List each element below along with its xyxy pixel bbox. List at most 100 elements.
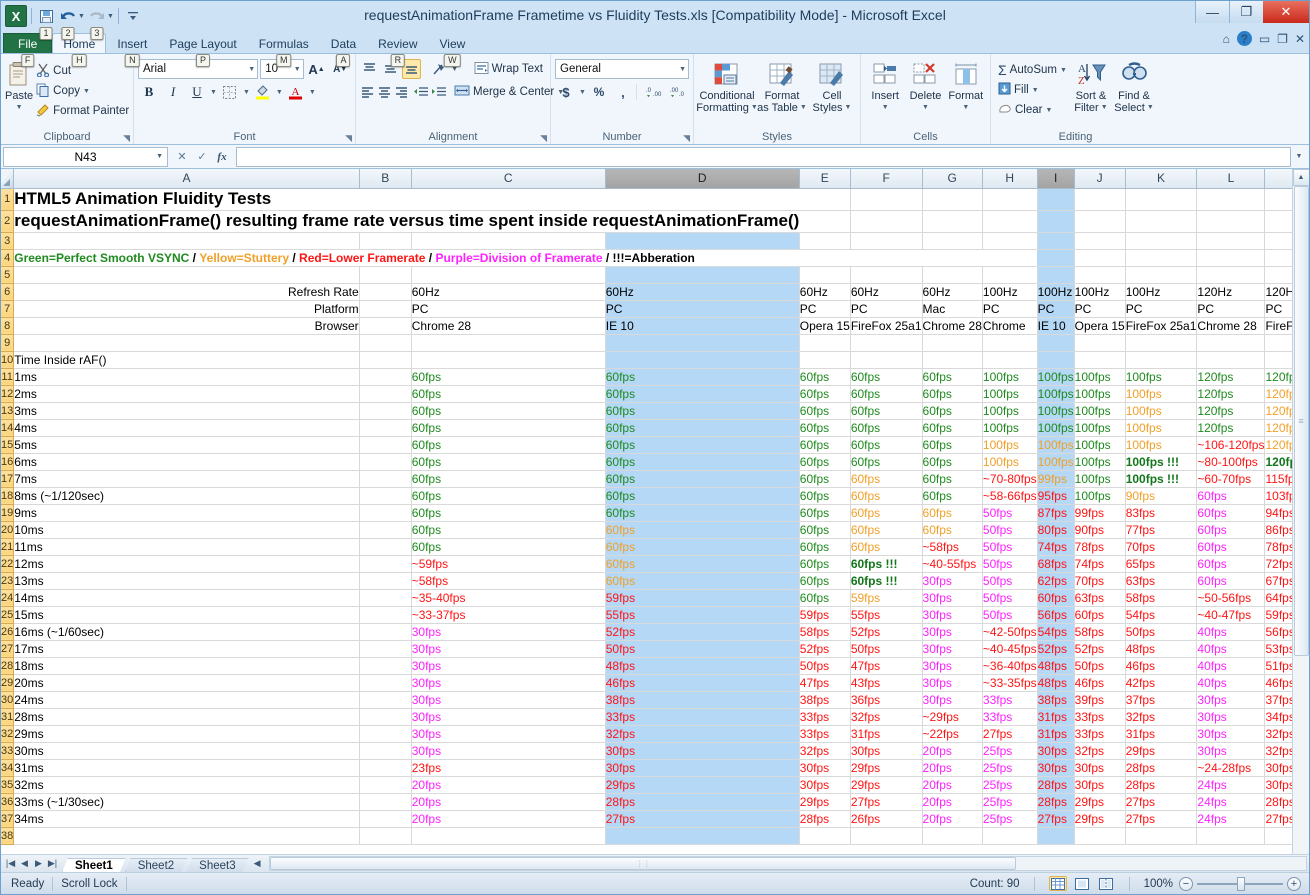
cell-H24[interactable]: 50fps [982,589,1037,606]
cell-F17[interactable]: 60fps [850,470,922,487]
cell-B37[interactable] [359,810,411,827]
cell-J16[interactable]: 100fps [1074,453,1125,470]
cell-K12[interactable]: 100fps [1125,385,1197,402]
cell-K11[interactable]: 100fps [1125,368,1197,385]
cell-F7[interactable]: PC [850,300,922,317]
format-as-table-dropdown-icon[interactable]: ▼ [800,102,807,114]
cell-G23[interactable]: 30fps [922,572,982,589]
cell-G12[interactable]: 60fps [922,385,982,402]
font-color-dropdown-icon[interactable]: ▼ [309,89,316,96]
cell-I21[interactable]: 74fps [1037,538,1074,555]
cell-E34[interactable]: 30fps [799,759,850,776]
vertical-scroll-thumb[interactable] [1294,186,1309,656]
cell-B31[interactable] [359,708,411,725]
decrease-indent-button[interactable] [413,82,429,102]
cell-H36[interactable]: 25fps [982,793,1037,810]
cell-J4[interactable] [1074,249,1125,266]
column-header-H[interactable]: H [982,169,1037,188]
cell-D3[interactable] [605,232,799,249]
number-format-combo[interactable]: General ▼ [555,59,689,79]
column-header-E[interactable]: E [799,169,850,188]
cell-C20[interactable]: 60fps [411,521,605,538]
cell-G19[interactable]: 60fps [922,504,982,521]
cell-I14[interactable]: 100fps [1037,419,1074,436]
tab-insert[interactable]: Insert N [106,33,158,53]
cell-G33[interactable]: 20fps [922,742,982,759]
save-icon[interactable]: 1 [36,6,56,26]
cell-L21[interactable]: 60fps [1197,538,1265,555]
doc-minimize-icon[interactable]: ▭ [1259,32,1270,46]
cell-F36[interactable]: 27fps [850,793,922,810]
cell-K36[interactable]: 27fps [1125,793,1197,810]
column-header-J[interactable]: J [1074,169,1125,188]
cell-I27[interactable]: 52fps [1037,640,1074,657]
cell-C17[interactable]: 60fps [411,470,605,487]
cell-D14[interactable]: 60fps [605,419,799,436]
wrap-text-button[interactable]: Wrap Text [471,59,546,79]
cell-A9[interactable] [14,334,359,351]
cell-C27[interactable]: 30fps [411,640,605,657]
cell-A25[interactable]: 15ms [14,606,359,623]
doc-close-icon[interactable]: ✕ [1295,32,1305,46]
alignment-dialog-launcher[interactable]: ◥ [540,133,547,144]
cell-D30[interactable]: 38fps [605,691,799,708]
find-select-dropdown-icon[interactable]: ▼ [1147,102,1154,114]
horizontal-scroll-thumb[interactable] [270,857,1016,870]
cell-L24[interactable]: ~50-56fps [1197,589,1265,606]
cell-G24[interactable]: 30fps [922,589,982,606]
cell-F33[interactable]: 30fps [850,742,922,759]
cell-L35[interactable]: 24fps [1197,776,1265,793]
cell-H26[interactable]: ~42-50fps [982,623,1037,640]
column-header-K[interactable]: K [1125,169,1197,188]
cell-I6[interactable]: 100Hz [1037,283,1074,300]
cancel-formula-icon[interactable]: ✕ [172,148,192,166]
column-header-G[interactable]: G [922,169,982,188]
cell-A22[interactable]: 12ms [14,555,359,572]
grow-font-button[interactable]: A▲ [306,59,328,79]
cell-D9[interactable] [605,334,799,351]
cell-E31[interactable]: 33fps [799,708,850,725]
cell-L26[interactable]: 40fps [1197,623,1265,640]
cell-C32[interactable]: 30fps [411,725,605,742]
cell-D24[interactable]: 59fps [605,589,799,606]
cell-B36[interactable] [359,793,411,810]
cell-L6[interactable]: 120Hz [1197,283,1265,300]
cell-L34[interactable]: ~24-28fps [1197,759,1265,776]
cell-F1[interactable] [850,188,922,210]
doc-restore-icon[interactable]: ❐ [1277,32,1288,46]
cell-A7[interactable]: Platform [14,300,359,317]
delete-cells-button[interactable]: Delete ▼ [905,59,945,114]
cell-D31[interactable]: 33fps [605,708,799,725]
cell-L4[interactable] [1197,249,1265,266]
cell-A30[interactable]: 24ms [14,691,359,708]
cell-E25[interactable]: 59fps [799,606,850,623]
tab-data[interactable]: Data A [320,33,367,53]
cell-K28[interactable]: 46fps [1125,657,1197,674]
row-header-6[interactable]: 6 [1,283,14,300]
cell-G9[interactable] [922,334,982,351]
column-header-C[interactable]: C [411,169,605,188]
clear-button[interactable]: Clear ▼ [995,100,1070,120]
row-header-15[interactable]: 15 [1,436,14,453]
cell-K6[interactable]: 100Hz [1125,283,1197,300]
cell-I16[interactable]: 100fps [1037,453,1074,470]
help-icon[interactable]: ? [1237,31,1252,46]
cell-L12[interactable]: 120fps [1197,385,1265,402]
cell-K15[interactable]: 100fps [1125,436,1197,453]
cell-J11[interactable]: 100fps [1074,368,1125,385]
cell-F18[interactable]: 60fps [850,487,922,504]
row-header-25[interactable]: 25 [1,606,14,623]
copy-dropdown-icon[interactable]: ▼ [83,88,90,95]
page-layout-view-icon[interactable] [1073,876,1091,891]
cell-G16[interactable]: 60fps [922,453,982,470]
cell-D12[interactable]: 60fps [605,385,799,402]
cell-G15[interactable]: 60fps [922,436,982,453]
insert-cells-button[interactable]: Insert ▼ [865,59,905,114]
cell-G3[interactable] [922,232,982,249]
cell-D21[interactable]: 60fps [605,538,799,555]
cell-A11[interactable]: 1ms [14,368,359,385]
cell-C22[interactable]: ~59fps [411,555,605,572]
cell-C25[interactable]: ~33-37fps [411,606,605,623]
row-header-4[interactable]: 4 [1,249,14,266]
cell-K23[interactable]: 63fps [1125,572,1197,589]
